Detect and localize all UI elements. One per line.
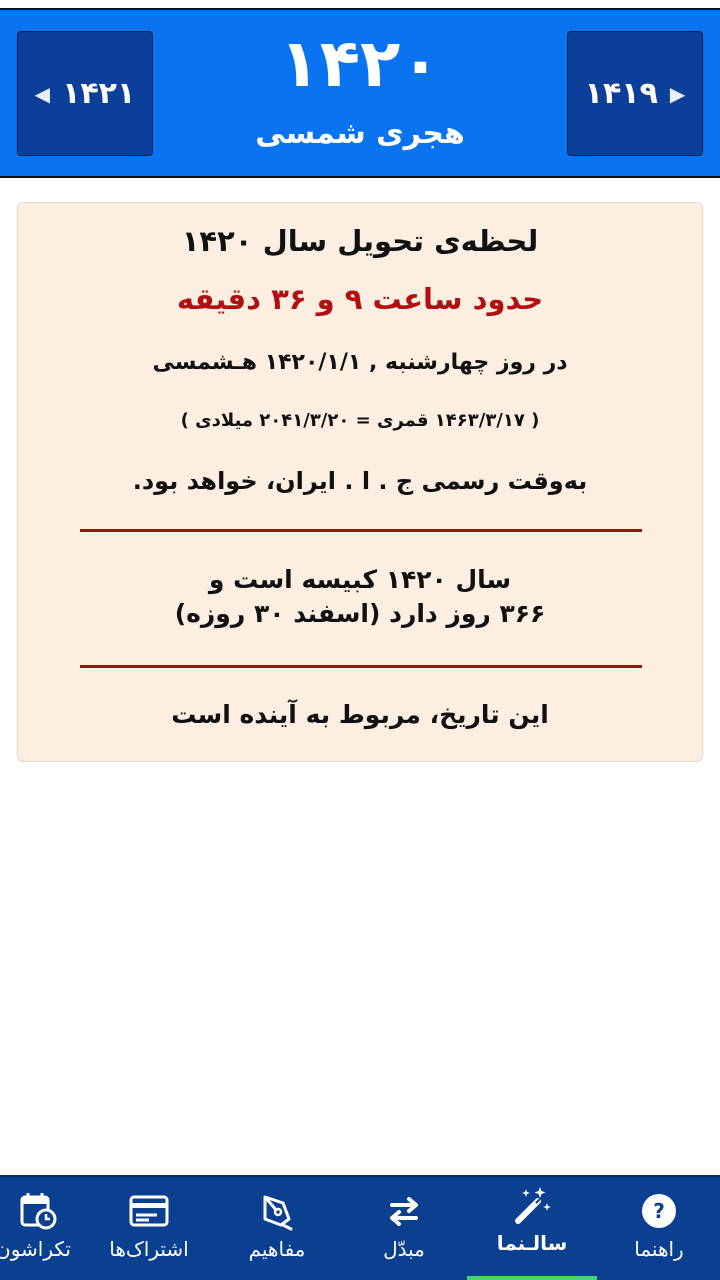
nav-concepts[interactable]: مفاهیم: [218, 1177, 336, 1280]
status-bar: [0, 0, 720, 10]
nav-help[interactable]: ? راهنما: [600, 1177, 718, 1280]
transition-date: در روز چهارشنبه , ۱۴۲۰/۱/۱ هـشمسی: [152, 350, 568, 375]
magic-wand-icon: [515, 1187, 551, 1224]
divider: [80, 529, 642, 532]
arrow-right-icon: ▶: [669, 81, 686, 106]
svg-text:?: ?: [653, 1199, 665, 1223]
nav-subscriptions[interactable]: اشتراک‌ها: [90, 1177, 208, 1280]
date-equivalents: ( ۱۴۶۳/۳/۱۷ قمری = ۲۰۴۱/۳/۲۰ میلادی ): [180, 410, 540, 431]
new-year-card: لحظه‌ی تحویل سال ۱۴۲۰ حدود ساعت ۹ و ۳۶ د…: [17, 202, 703, 762]
nav-concepts-label: مفاهیم: [248, 1237, 306, 1261]
leap-year-line: سال ۱۴۲۰ کبیسه است و: [208, 565, 512, 594]
nav-subscriptions-label: اشتراک‌ها: [109, 1237, 189, 1261]
arrow-left-icon: ◀: [34, 81, 51, 106]
nav-converter-label: مبدّل: [383, 1237, 425, 1261]
transition-time: حدود ساعت ۹ و ۳۶ دقیقه: [176, 282, 544, 316]
nav-year-view[interactable]: سالـنما: [467, 1177, 597, 1280]
card-icon: [129, 1195, 169, 1227]
card-title: لحظه‌ی تحویل سال ۱۴۲۰: [181, 224, 539, 258]
nav-help-label: راهنما: [634, 1237, 684, 1261]
divider: [80, 665, 642, 668]
prev-year-label: ۱۴۲۱: [62, 76, 136, 111]
calendar-subtitle: هجری شمسی: [255, 116, 465, 151]
nav-year-view-label: سالـنما: [496, 1231, 568, 1255]
next-year-button[interactable]: ۱۴۱۹ ▶: [567, 31, 703, 156]
year-header: ◀ ۱۴۲۱ ۱۴۲۰ هجری شمسی ۱۴۱۹ ▶: [0, 10, 720, 178]
active-tab-indicator: [467, 1276, 597, 1280]
help-icon: ?: [642, 1194, 676, 1228]
future-note: این تاریخ، مربوط به آینده است: [171, 700, 549, 729]
days-in-year-line: ۳۶۶ روز دارد (اسفند ۳۰ روزه): [174, 599, 546, 628]
next-year-label: ۱۴۱۹: [584, 76, 658, 111]
app-root: ◀ ۱۴۲۱ ۱۴۲۰ هجری شمسی ۱۴۱۹ ▶ لحظه‌ی تحوی…: [0, 0, 720, 1280]
timezone-note: به‌وقت رسمی ج . ا . ایران، خواهد بود.: [132, 467, 588, 495]
bottom-navigation: ? راهنما سالـنما مبدّل: [0, 1175, 720, 1280]
year-title: ۱۴۲۰: [279, 25, 441, 102]
nav-reminders[interactable]: تکراشون: [0, 1177, 82, 1280]
swap-arrows-icon: [390, 1197, 418, 1226]
nav-converter[interactable]: مبدّل: [345, 1177, 463, 1280]
prev-year-button[interactable]: ◀ ۱۴۲۱: [17, 31, 153, 156]
nav-reminders-label: تکراشون: [0, 1237, 71, 1261]
calendar-clock-icon: [20, 1193, 57, 1230]
pen-nib-icon: [263, 1195, 293, 1231]
